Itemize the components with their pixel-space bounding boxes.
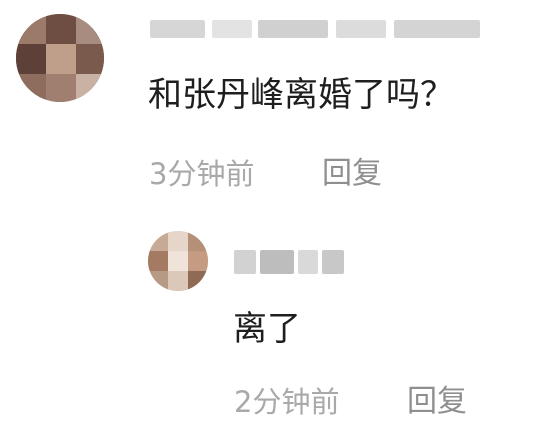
replier-avatar-icon[interactable] <box>148 231 208 291</box>
commenter-name-blurred[interactable] <box>150 20 480 38</box>
reply-text: 离了 <box>233 309 301 349</box>
commenter-avatar-icon[interactable] <box>16 14 104 102</box>
comment-text: 和张丹峰离婚了吗？ <box>148 75 454 115</box>
reply-timestamp: 2分钟前 <box>234 385 340 419</box>
reply-button[interactable]: 回复 <box>407 382 467 422</box>
reply-button[interactable]: 回复 <box>322 154 382 194</box>
replier-name-blurred[interactable] <box>234 250 344 274</box>
comment-timestamp: 3分钟前 <box>149 157 255 191</box>
